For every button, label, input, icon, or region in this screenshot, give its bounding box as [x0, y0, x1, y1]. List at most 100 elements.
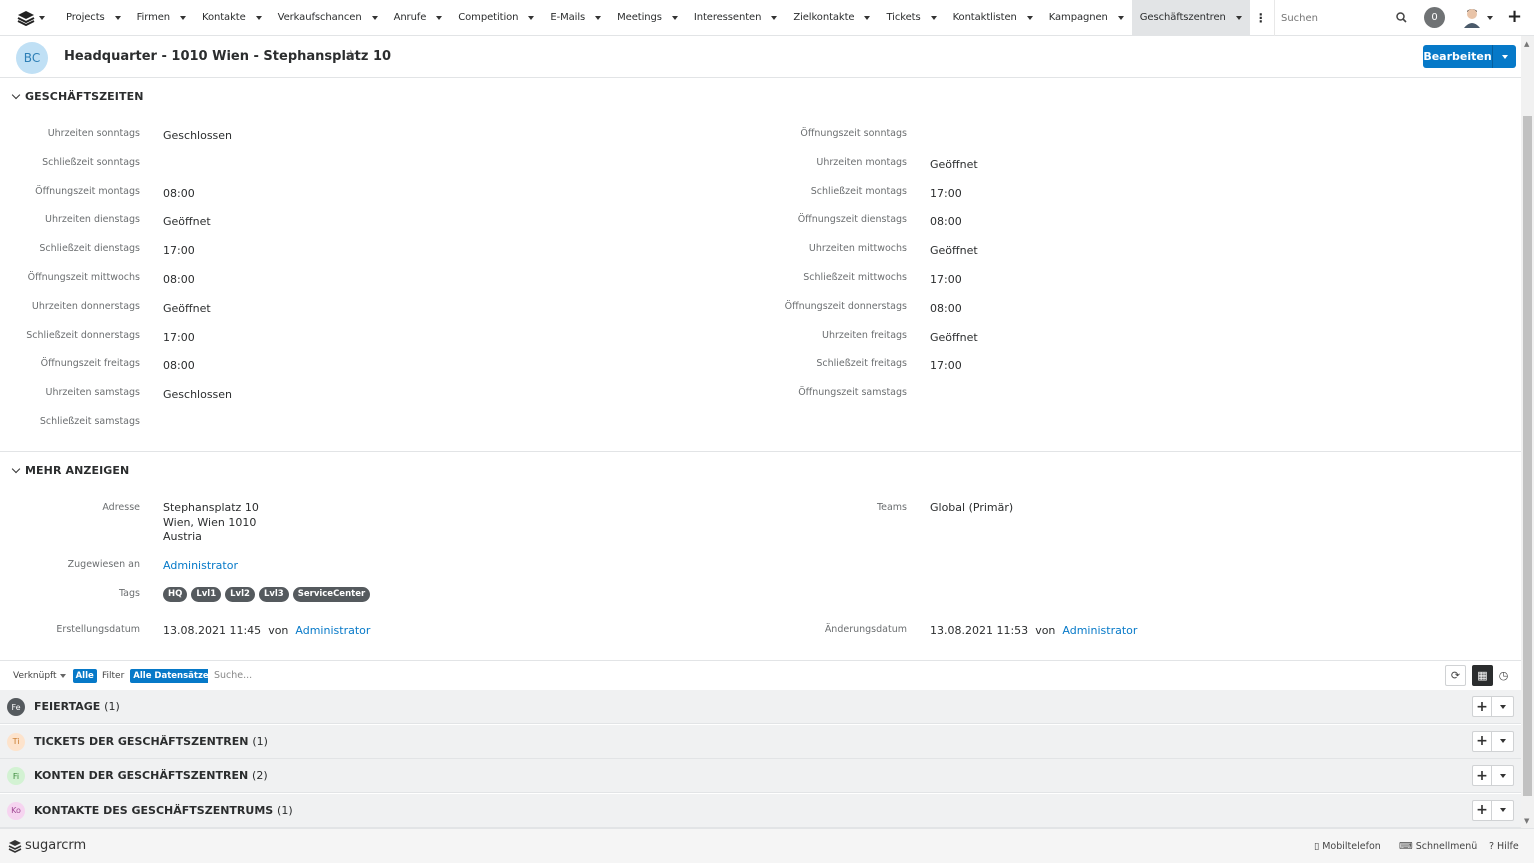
nav-tab-12[interactable]: Kampagnen	[1041, 0, 1132, 36]
tag-pill[interactable]: Lvl2	[225, 587, 255, 602]
sugarcrm-logo[interactable]: sugarcrm	[8, 838, 86, 853]
scroll-up-icon[interactable]: ▲	[1524, 40, 1529, 48]
nav-tab-10[interactable]: Tickets	[878, 0, 944, 36]
chevron-down-icon[interactable]	[930, 15, 937, 20]
nav-tab-6[interactable]: E-Mails	[542, 0, 609, 36]
field-value: 08:00	[163, 186, 195, 200]
quick-menu-link[interactable]: ⌨ Schnellmenü	[1399, 841, 1477, 852]
subpanel-title[interactable]: TICKETS DER GESCHÄFTSZENTREN (1)	[34, 735, 268, 748]
create-record-plus-icon[interactable]: +	[1472, 799, 1492, 821]
more-modules-icon[interactable]: ⋮	[1250, 0, 1272, 36]
user-menu-chevron-icon[interactable]	[1487, 16, 1493, 20]
quick-create-plus-icon[interactable]: +	[1507, 8, 1522, 26]
chevron-down-icon[interactable]	[436, 15, 443, 20]
nav-tab-9[interactable]: Zielkontakte	[785, 0, 878, 36]
chevron-down-icon[interactable]	[255, 15, 262, 20]
record-filter[interactable]: Filter Alle Datensätze	[102, 669, 212, 683]
tag-pill[interactable]: Lvl3	[258, 587, 289, 602]
create-record-plus-icon[interactable]: +	[1472, 696, 1492, 717]
field-value: Geöffnet	[930, 244, 978, 258]
subpanel-title[interactable]: KONTAKTE DES GESCHÄFTSZENTRUMS (1)	[34, 804, 293, 817]
layers-icon	[17, 10, 35, 26]
page-scrollbar[interactable]	[1521, 36, 1534, 828]
linked-value-pill[interactable]: Alle	[72, 669, 97, 683]
nav-tab-2[interactable]: Kontakte	[194, 0, 270, 36]
nav-tab-7[interactable]: Meetings	[609, 0, 686, 36]
created-by-link[interactable]: Administrator	[295, 624, 370, 637]
subpanel-row[interactable]: Fe FEIERTAGE (1) +	[0, 690, 1521, 724]
mobile-phone-icon: ▯	[1314, 841, 1320, 852]
mobile-label: Mobiltelefon	[1322, 841, 1381, 852]
subpanel-row[interactable]: Ti TICKETS DER GESCHÄFTSZENTREN (1) +	[0, 724, 1521, 759]
nav-tab-1[interactable]: Firmen	[129, 0, 194, 36]
field-label: Öffnungszeit donnerstags	[784, 300, 907, 312]
nav-tab-5[interactable]: Competition	[450, 0, 542, 36]
field-label: Öffnungszeit montags	[35, 185, 140, 197]
nav-tab-13[interactable]: Geschäftszentren	[1131, 0, 1250, 36]
help-link[interactable]: ? Hilfe	[1489, 841, 1519, 852]
search-icon[interactable]	[1396, 12, 1407, 23]
chevron-down-icon[interactable]	[528, 15, 535, 20]
subpanel-title[interactable]: FEIERTAGE (1)	[34, 700, 120, 713]
linked-filter[interactable]: Verknüpft Alle	[13, 669, 97, 683]
module-badge: BC	[16, 42, 48, 74]
create-record-plus-icon[interactable]: +	[1472, 765, 1492, 786]
chevron-down-icon[interactable]	[771, 15, 778, 20]
list-view-icon[interactable]: ▦	[1472, 665, 1493, 686]
favorite-star-icon[interactable]: ☆	[345, 48, 357, 63]
linked-label: Verknüpft	[13, 671, 57, 681]
edit-actions-dropdown[interactable]	[1493, 45, 1516, 68]
chevron-down-icon[interactable]	[180, 15, 186, 20]
module-menu-button[interactable]	[0, 0, 58, 36]
panel-header-business-hours[interactable]: GESCHÄFTSZEITEN	[11, 90, 144, 103]
scroll-down-icon[interactable]: ▼	[1524, 817, 1529, 825]
subpanel-search-input[interactable]: Suche...	[208, 666, 1416, 685]
field-label: Uhrzeiten dienstags	[45, 214, 140, 226]
subpanel-actions-dropdown[interactable]	[1492, 799, 1514, 821]
edit-button[interactable]: Bearbeiten	[1423, 45, 1493, 68]
chevron-down-icon[interactable]	[371, 15, 378, 20]
nav-tab-label: E-Mails	[550, 12, 586, 23]
tag-pill[interactable]: Lvl1	[191, 587, 222, 602]
subpanel-title-text: KONTEN DER GESCHÄFTSZENTREN	[34, 769, 249, 782]
filter-value-pill[interactable]: Alle Datensätze	[130, 669, 212, 683]
subpanel-row[interactable]: Ko KONTAKTE DES GESCHÄFTSZENTRUMS (1) +	[0, 793, 1521, 828]
assigned-user-link[interactable]: Administrator	[163, 559, 238, 572]
nav-tab-3[interactable]: Verkaufschancen	[270, 0, 386, 36]
activity-stream-icon[interactable]: ◷	[1493, 665, 1514, 686]
panel-header-more[interactable]: MEHR ANZEIGEN	[11, 464, 129, 477]
subpanel-actions-dropdown[interactable]	[1492, 765, 1514, 786]
chevron-down-icon[interactable]	[864, 15, 871, 20]
notifications-badge[interactable]: 0	[1424, 7, 1445, 28]
modified-date: 13.08.2021 11:53	[930, 624, 1029, 637]
chevron-down-icon[interactable]	[1117, 15, 1124, 20]
subpanel-title[interactable]: KONTEN DER GESCHÄFTSZENTREN (2)	[34, 769, 268, 782]
subpanel-actions-dropdown[interactable]	[1492, 696, 1514, 717]
refresh-icon[interactable]: ⟳	[1445, 665, 1466, 686]
user-avatar-icon[interactable]	[1462, 6, 1482, 28]
nav-tab-4[interactable]: Anrufe	[386, 0, 451, 36]
nav-tab-0[interactable]: Projects	[58, 0, 129, 36]
field-value-created: 13.08.2021 11:45 von Administrator	[163, 624, 370, 637]
chevron-down-icon	[1501, 54, 1508, 59]
subpanel-row[interactable]: Fi KONTEN DER GESCHÄFTSZENTREN (2) +	[0, 759, 1521, 793]
field-label-created: Erstellungsdatum	[56, 624, 140, 635]
field-label: Schließzeit mittwochs	[803, 272, 907, 283]
tag-list: HQ Lvl1 Lvl2 Lvl3 ServiceCenter	[163, 587, 371, 602]
chevron-down-icon[interactable]	[1026, 15, 1033, 20]
subpanel-actions-dropdown[interactable]	[1492, 730, 1514, 752]
scrollbar-thumb[interactable]	[1523, 116, 1532, 796]
chevron-down-icon[interactable]	[114, 15, 121, 20]
footer: sugarcrm ▯ Mobiltelefon ⌨ Schnellmenü ? …	[0, 828, 1534, 863]
chevron-down-icon[interactable]	[671, 15, 678, 20]
nav-tab-11[interactable]: Kontaktlisten	[945, 0, 1041, 36]
chevron-down-icon[interactable]	[1235, 15, 1242, 20]
mobile-link[interactable]: ▯ Mobiltelefon	[1314, 841, 1381, 852]
chevron-down-icon[interactable]	[595, 15, 602, 20]
global-search-input[interactable]	[1281, 12, 1391, 24]
tag-pill[interactable]: HQ	[163, 587, 188, 602]
nav-tab-8[interactable]: Interessenten	[686, 0, 785, 36]
create-record-plus-icon[interactable]: +	[1472, 730, 1492, 752]
modified-by-link[interactable]: Administrator	[1062, 624, 1137, 637]
tag-pill[interactable]: ServiceCenter	[292, 587, 371, 602]
